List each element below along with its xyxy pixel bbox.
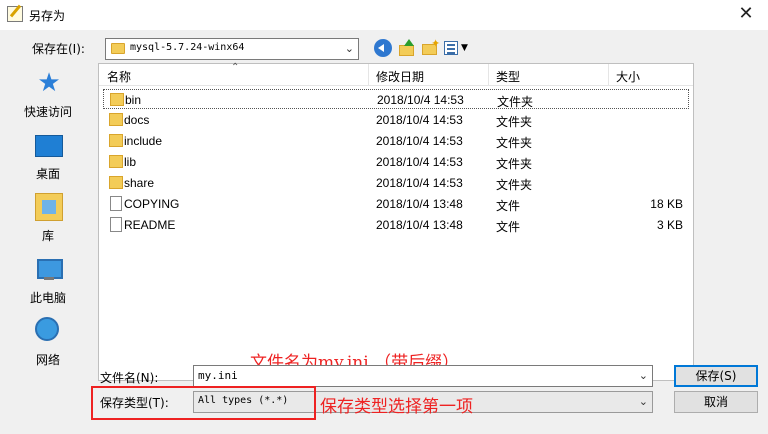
folder-icon [109,134,123,147]
folder-icon [109,155,123,168]
folder-icon [109,113,123,126]
save-button[interactable]: 保存(S) [674,365,758,387]
place-label: 桌面 [35,167,60,181]
file-row[interactable]: include 2018/10/4 14:53 文件夹 [103,131,689,151]
column-name[interactable]: 名称 [107,68,131,85]
sort-ascending-icon: ⌃ [231,62,240,73]
column-size[interactable]: 大小 [616,68,640,85]
file-date: 2018/10/4 14:53 [376,113,463,127]
file-date: 2018/10/4 14:53 [376,176,463,190]
chevron-down-icon[interactable]: ⌄ [639,395,648,408]
place-label: 库 [41,229,54,243]
save-as-dialog: 保存在(I): mysql-5.7.24-winx64 ⌄ ✦ ▼ ★ 快速访问… [0,30,768,434]
file-row[interactable]: README 2018/10/4 13:48 文件 3 KB [103,215,689,235]
document-icon [110,217,122,232]
file-name: COPYING [124,197,180,211]
place-network[interactable]: 网络 [4,313,92,369]
this-pc-icon [35,255,63,283]
file-type: 文件夹 [496,157,533,171]
file-list[interactable]: ⌃ 名称 修改日期 类型 大小 bin 2018/10/4 14:53 文件夹 … [98,62,694,381]
column-header: ⌃ 名称 修改日期 类型 大小 [99,62,693,86]
file-name: include [124,134,163,148]
file-type: 文件 [496,220,521,234]
file-name: bin [125,93,142,107]
folder-icon [110,93,124,106]
file-row[interactable]: share 2018/10/4 14:53 文件夹 [103,173,689,193]
quick-access-star-icon: ★ [37,68,61,98]
save-in-value: mysql-5.7.24-winx64 [130,42,245,53]
title-bar: 另存为 ✕ [0,0,768,30]
file-size: 3 KB [656,218,683,232]
file-type: 文件夹 [496,178,533,192]
place-label: 此电脑 [29,291,66,305]
window-title: 另存为 [29,9,66,23]
file-row[interactable]: docs 2018/10/4 14:53 文件夹 [103,110,689,130]
place-desktop[interactable]: 桌面 [4,127,92,183]
file-type: 文件夹 [496,115,533,129]
filename-input[interactable]: my.ini ⌄ [193,365,653,387]
view-menu-icon[interactable]: ▼ [444,39,470,57]
file-type: 文件夹 [496,136,533,150]
file-row[interactable]: lib 2018/10/4 14:53 文件夹 [103,152,689,172]
file-date: 2018/10/4 13:48 [376,218,463,232]
file-type: 文件夹 [497,95,534,109]
save-in-label: 保存在(I): [32,42,85,56]
column-divider[interactable] [368,64,369,86]
file-type: 文件 [496,199,521,213]
file-name: lib [124,155,137,169]
place-label: 网络 [35,353,60,367]
file-row[interactable]: bin 2018/10/4 14:53 文件夹 [103,89,689,109]
chevron-down-icon[interactable]: ⌄ [345,42,354,55]
file-size: 18 KB [650,197,683,211]
column-divider[interactable] [488,64,489,86]
save-in-dropdown[interactable]: mysql-5.7.24-winx64 ⌄ [105,38,359,60]
cancel-button[interactable]: 取消 [674,391,758,413]
network-icon [35,317,59,341]
desktop-icon [35,135,63,157]
notepad-icon [7,6,23,22]
place-quick-access[interactable]: ★ 快速访问 [4,65,92,121]
up-folder-icon[interactable] [398,39,416,57]
filetype-label: 保存类型(T): [100,396,169,410]
file-date: 2018/10/4 14:53 [376,134,463,148]
file-date: 2018/10/4 14:53 [376,155,463,169]
place-this-pc[interactable]: 此电脑 [4,251,92,307]
file-name: share [124,176,155,190]
folder-icon [111,43,125,54]
file-date: 2018/10/4 14:53 [377,93,464,107]
file-name: README [124,218,176,232]
column-type[interactable]: 类型 [496,68,520,85]
libraries-icon [35,193,63,221]
filetype-annotation: 保存类型选择第一项 [320,397,473,417]
chevron-down-icon[interactable]: ⌄ [639,369,648,382]
column-date[interactable]: 修改日期 [376,68,424,85]
new-folder-icon[interactable]: ✦ [421,37,440,57]
place-libraries[interactable]: 库 [4,189,92,245]
folder-icon [109,176,123,189]
places-bar: ★ 快速访问 桌面 库 此电脑 网络 [4,63,92,428]
filename-label: 文件名(N): [100,371,159,385]
filename-value: my.ini [198,369,238,382]
filetype-value: All types (*.*) [198,395,289,406]
file-name: docs [124,113,150,127]
file-date: 2018/10/4 13:48 [376,197,463,211]
file-row[interactable]: COPYING 2018/10/4 13:48 文件 18 KB [103,194,689,214]
close-icon[interactable]: ✕ [728,0,764,28]
column-divider[interactable] [608,64,609,86]
back-icon[interactable] [374,39,392,57]
document-icon [110,196,122,211]
place-label: 快速访问 [23,105,72,119]
